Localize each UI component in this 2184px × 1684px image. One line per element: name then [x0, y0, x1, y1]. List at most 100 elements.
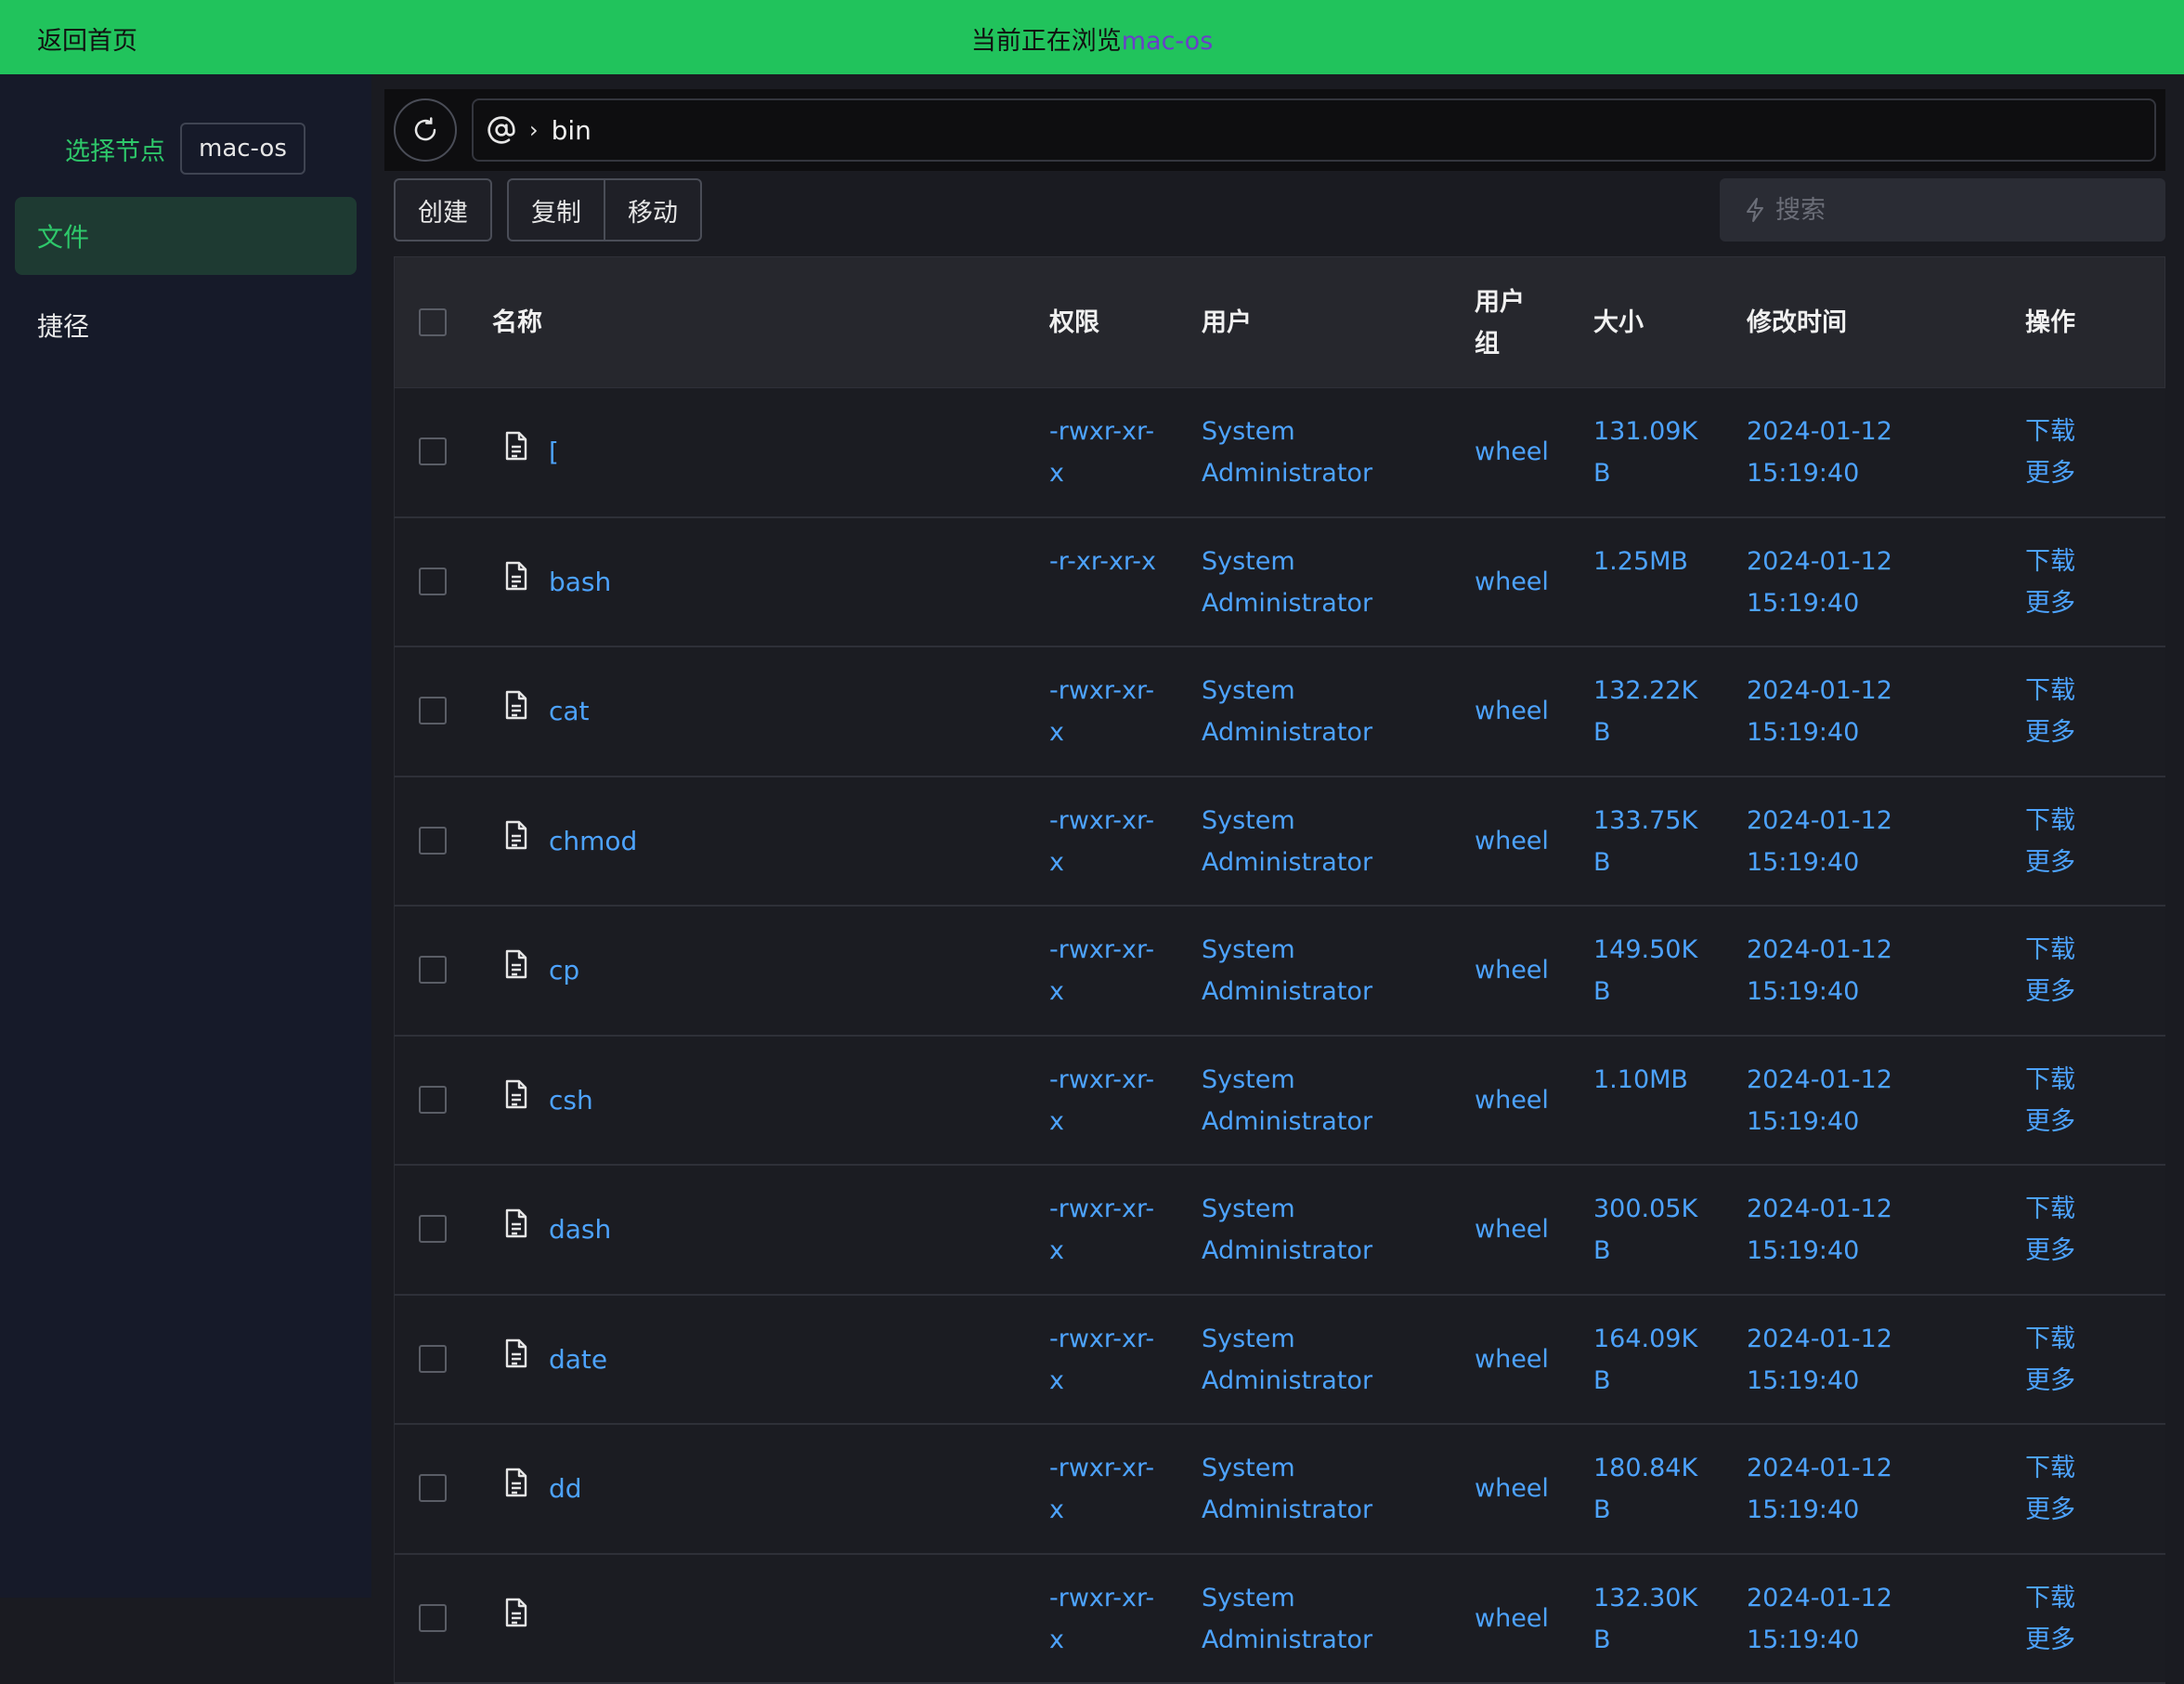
download-link[interactable]: 下载 [2025, 1447, 2075, 1489]
file-name-link[interactable]: [ [549, 431, 559, 473]
root-at-icon[interactable] [487, 115, 516, 145]
download-link[interactable]: 下载 [2025, 670, 2075, 711]
user-cell: SystemAdministrator [1202, 1447, 1372, 1531]
select-all-checkbox[interactable] [419, 308, 447, 336]
size-cell: 149.50KB [1593, 929, 1697, 1012]
download-link[interactable]: 下载 [2025, 411, 2075, 452]
more-link[interactable]: 更多 [2025, 1101, 2075, 1142]
more-link[interactable]: 更多 [2025, 1619, 2075, 1661]
table-row: date-rwxr-xr-xSystemAdministratorwheel16… [394, 1296, 2165, 1426]
modified-time-cell: 2024-01-1215:19:40 [1747, 541, 1892, 624]
download-link[interactable]: 下载 [2025, 800, 2075, 842]
user-line2: Administrator [1202, 452, 1372, 494]
search-input[interactable] [1775, 196, 2147, 225]
user-line2: Administrator [1202, 1619, 1372, 1661]
group-cell: wheel [1475, 1079, 1549, 1121]
file-name-link[interactable]: cat [549, 690, 590, 732]
modified-date: 2024-01-12 [1747, 800, 1892, 842]
table-header: 名称 权限 用户 用户 组 大小 修改时间 操作 [394, 256, 2165, 388]
user-line2: Administrator [1202, 971, 1372, 1012]
file-icon [504, 690, 528, 720]
browsing-title: 当前正在浏览mac-os [0, 20, 2184, 57]
file-icon [504, 820, 528, 850]
size-line2: B [1593, 1360, 1697, 1402]
more-link[interactable]: 更多 [2025, 1230, 2075, 1272]
file-name-link[interactable]: cp [549, 949, 579, 991]
move-button[interactable]: 移动 [605, 178, 702, 242]
size-line2: B [1593, 971, 1697, 1012]
row-checkbox[interactable] [419, 1604, 447, 1632]
row-checkbox[interactable] [419, 1345, 447, 1373]
user-line1: System [1202, 929, 1372, 971]
permission-line1: -rwxr-xr- [1049, 800, 1154, 842]
sidebar-item-files[interactable]: 文件 [15, 197, 357, 275]
row-checkbox[interactable] [419, 437, 447, 465]
table-row: [-rwxr-xr-xSystemAdministratorwheel131.0… [394, 388, 2165, 518]
more-link[interactable]: 更多 [2025, 452, 2075, 494]
user-line1: System [1202, 1059, 1372, 1101]
size-line2: B [1593, 1230, 1697, 1272]
download-link[interactable]: 下载 [2025, 1577, 2075, 1619]
more-link[interactable]: 更多 [2025, 842, 2075, 883]
sidebar-item-shortcuts[interactable]: 捷径 [15, 286, 357, 364]
download-link[interactable]: 下载 [2025, 1188, 2075, 1230]
more-link[interactable]: 更多 [2025, 582, 2075, 624]
modified-time-cell: 2024-01-1215:19:40 [1747, 1447, 1892, 1531]
more-link[interactable]: 更多 [2025, 971, 2075, 1012]
download-link[interactable]: 下载 [2025, 929, 2075, 971]
header-name[interactable]: 名称 [492, 302, 542, 344]
row-checkbox[interactable] [419, 1086, 447, 1114]
modified-time: 15:19:40 [1747, 971, 1892, 1012]
file-name-link[interactable]: csh [549, 1079, 593, 1121]
row-checkbox[interactable] [419, 568, 447, 595]
more-link[interactable]: 更多 [2025, 711, 2075, 753]
row-checkbox[interactable] [419, 956, 447, 984]
row-checkbox[interactable] [419, 1215, 447, 1243]
copy-button[interactable]: 复制 [507, 178, 605, 242]
file-name-link[interactable]: dd [549, 1468, 582, 1509]
file-name-link[interactable]: bash [549, 561, 611, 603]
file-icon [504, 561, 528, 591]
node-select[interactable]: mac-os [180, 123, 306, 175]
permission-line1: -rwxr-xr- [1049, 670, 1154, 711]
row-checkbox[interactable] [419, 827, 447, 855]
size-line1: 164.09K [1593, 1318, 1697, 1360]
create-button[interactable]: 创建 [394, 178, 492, 242]
download-link[interactable]: 下载 [2025, 541, 2075, 582]
group-cell: wheel [1475, 1208, 1549, 1250]
size-cell: 133.75KB [1593, 800, 1697, 883]
download-link[interactable]: 下载 [2025, 1318, 2075, 1360]
user-line1: System [1202, 800, 1372, 842]
permission-line2: x [1049, 971, 1154, 1012]
header-modified-time[interactable]: 修改时间 [1747, 302, 1847, 344]
download-link[interactable]: 下载 [2025, 1059, 2075, 1101]
modified-time-cell: 2024-01-1215:19:40 [1747, 1577, 1892, 1661]
path-segment-bin[interactable]: bin [552, 115, 592, 146]
permission-line2: x [1049, 1619, 1154, 1661]
file-name-link[interactable]: dash [549, 1208, 611, 1250]
row-checkbox[interactable] [419, 697, 447, 725]
file-name-link[interactable]: date [549, 1338, 607, 1380]
modified-time: 15:19:40 [1747, 1101, 1892, 1142]
browsing-prefix: 当前正在浏览 [971, 27, 1122, 56]
permission-cell: -rwxr-xr-x [1049, 670, 1154, 753]
more-link[interactable]: 更多 [2025, 1360, 2075, 1402]
sidebar: 选择节点 mac-os 文件 捷径 [0, 74, 371, 1598]
more-link[interactable]: 更多 [2025, 1489, 2075, 1531]
refresh-button[interactable] [394, 98, 457, 162]
permission-line1: -rwxr-xr- [1049, 411, 1154, 452]
size-line1: 132.22K [1593, 670, 1697, 711]
group-cell: wheel [1475, 949, 1549, 991]
file-name-link[interactable]: chmod [549, 820, 637, 862]
permission-line1: -rwxr-xr- [1049, 1318, 1154, 1360]
lightning-icon [1744, 197, 1766, 223]
size-cell: 1.10MB [1593, 1059, 1688, 1101]
group-cell: wheel [1475, 1468, 1549, 1509]
header-size[interactable]: 大小 [1593, 302, 1644, 344]
permission-line2: x [1049, 1101, 1154, 1142]
modified-time-cell: 2024-01-1215:19:40 [1747, 800, 1892, 883]
top-bar: 返回首页 当前正在浏览mac-os [0, 0, 2184, 74]
row-checkbox[interactable] [419, 1474, 447, 1502]
actions-cell: 下载更多 [2025, 1447, 2075, 1531]
header-permission: 权限 [1049, 302, 1099, 344]
